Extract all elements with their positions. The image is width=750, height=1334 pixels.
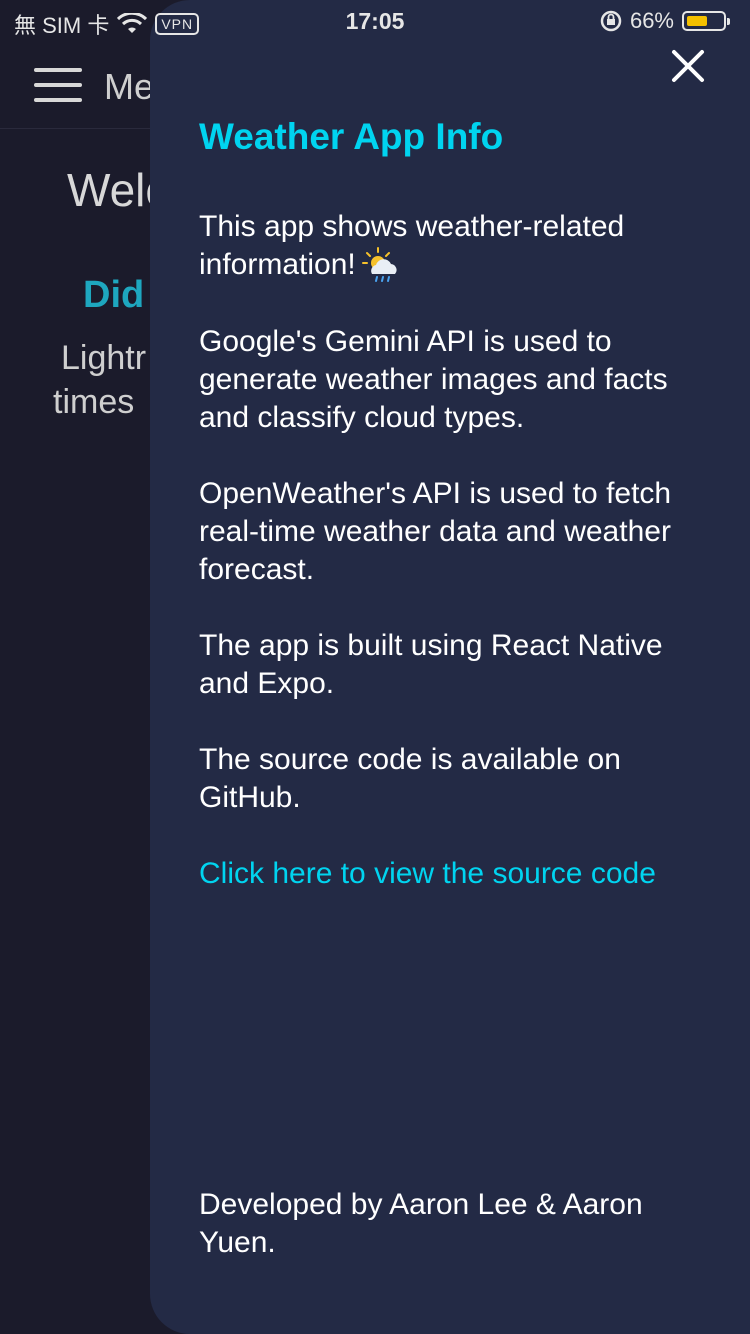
sun-behind-rain-cloud-icon — [361, 247, 402, 285]
info-paragraph-source: The source code is available on GitHub. — [199, 743, 621, 815]
background-menu-label: Me — [104, 66, 155, 107]
info-paragraph-gemini: Google's Gemini API is used to generate … — [199, 325, 668, 435]
drawer-content: Weather App Info This app shows weather-… — [199, 114, 719, 893]
info-drawer: Weather App Info This app shows weather-… — [150, 0, 750, 1334]
source-code-link[interactable]: Click here to view the source code — [199, 855, 719, 893]
screen: 無 SIM 卡 VPN 17:05 66% Me Welc Did Lightr… — [0, 0, 750, 1334]
close-icon — [672, 50, 704, 82]
battery-fill — [687, 16, 708, 26]
hamburger-menu-icon[interactable] — [34, 68, 82, 102]
battery-percent: 66% — [629, 8, 674, 33]
info-paragraph-openweather: OpenWeather's API is used to fetch real-… — [199, 477, 672, 587]
battery-cap — [727, 18, 730, 25]
orientation-lock-icon — [600, 10, 622, 32]
info-paragraph-intro: This app shows weather-related informati… — [199, 208, 719, 285]
drawer-title: Weather App Info — [199, 116, 504, 157]
developer-credit: Developed by Aaron Lee & Aaron Yuen. — [199, 1188, 643, 1259]
status-right: 66% — [600, 8, 730, 34]
battery-icon — [682, 11, 730, 31]
background-did-you-know: Did — [83, 274, 145, 316]
info-paragraph-built-with: The app is built using React Native and … — [199, 629, 663, 701]
info-paragraph-intro-text: This app shows weather-related informati… — [199, 210, 625, 281]
close-button[interactable] — [670, 48, 706, 84]
status-bar: 無 SIM 卡 VPN 17:05 66% — [0, 0, 750, 40]
